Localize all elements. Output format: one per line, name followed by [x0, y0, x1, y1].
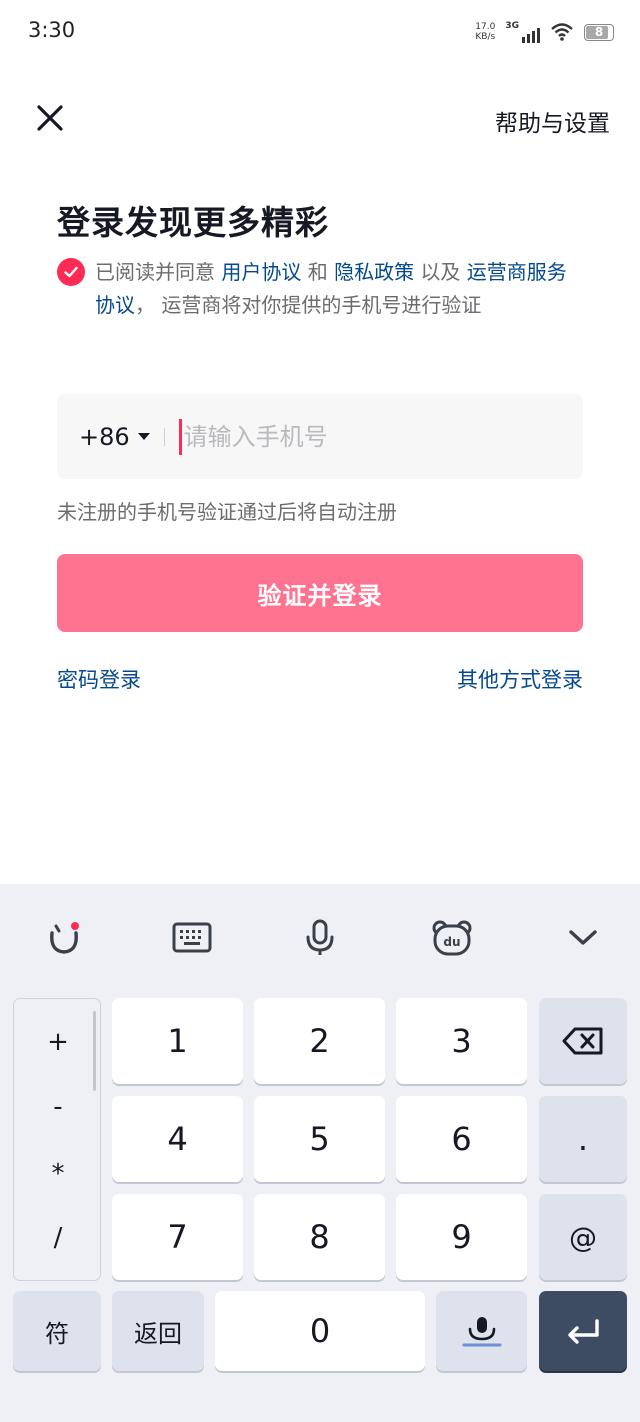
back-key[interactable]: 返回 — [112, 1291, 204, 1371]
verify-login-button[interactable]: 验证并登录 — [57, 554, 583, 632]
signal-bar — [537, 28, 540, 43]
status-bar: 3:30 17.0 KB/s 3G 8 — [0, 0, 640, 62]
key-3[interactable]: 3 — [396, 998, 527, 1084]
signal-bar — [532, 31, 535, 43]
enter-key[interactable] — [539, 1291, 627, 1371]
voice-input-key[interactable] — [436, 1291, 527, 1371]
check-icon — [64, 266, 78, 278]
period-key[interactable]: . — [539, 1096, 627, 1182]
close-button[interactable] — [28, 96, 72, 140]
hide-keyboard-button[interactable] — [559, 914, 607, 962]
emoji-face-button[interactable] — [40, 914, 88, 962]
agreement-and-also: 以及 — [414, 260, 467, 284]
symbol-key[interactable]: / — [14, 1223, 102, 1253]
key-0[interactable]: 0 — [215, 1291, 425, 1371]
key-5[interactable]: 5 — [254, 1096, 385, 1182]
register-hint: 未注册的手机号验证通过后将自动注册 — [57, 500, 397, 524]
user-agreement-link[interactable]: 用户协议 — [221, 260, 301, 284]
password-login-link[interactable]: 密码登录 — [57, 664, 141, 694]
net-speed-value: 17.0 — [475, 22, 496, 32]
backspace-key[interactable] — [539, 998, 627, 1084]
battery-icon: 8 — [584, 23, 614, 41]
key-7[interactable]: 7 — [112, 1194, 243, 1280]
backspace-icon — [562, 1027, 603, 1055]
login-screen: 3:30 17.0 KB/s 3G 8 帮助与设置 登录发现更多精彩 已阅读并同… — [0, 0, 640, 1422]
keyboard-toolbar: du — [0, 884, 640, 988]
agreement-and: 和 — [301, 260, 335, 284]
agreement-checkbox[interactable] — [57, 258, 85, 286]
voice-input-icon — [462, 1317, 501, 1347]
close-icon — [37, 105, 63, 131]
text-cursor — [178, 418, 182, 455]
keyboard-switch-button[interactable] — [168, 914, 216, 962]
voice-button[interactable] — [296, 914, 344, 962]
symbol-key[interactable]: - — [14, 1092, 102, 1122]
privacy-policy-link[interactable]: 隐私政策 — [334, 260, 414, 284]
signal-type: 3G — [505, 21, 519, 31]
phone-number-input[interactable] — [183, 422, 544, 451]
country-code: +86 — [79, 422, 130, 451]
symbol-key[interactable]: * — [14, 1159, 102, 1189]
agreement-prefix: 已阅读并同意 — [95, 260, 222, 284]
cell-signal-icon: 3G — [505, 21, 540, 43]
agreement-text: 已阅读并同意 用户协议 和 隐私政策 以及 运营商服务协议， 运营商将对你提供的… — [95, 256, 585, 322]
help-settings-link[interactable]: 帮助与设置 — [495, 104, 610, 138]
agreement-suffix: ， 运营商将对你提供的手机号进行验证 — [135, 293, 482, 317]
signal-bar — [527, 34, 530, 43]
key-1[interactable]: 1 — [112, 998, 243, 1084]
country-code-select[interactable]: +86 — [79, 423, 150, 451]
dropdown-arrow-icon — [137, 433, 150, 440]
page-title: 登录发现更多精彩 — [57, 203, 329, 242]
key-4[interactable]: 4 — [112, 1096, 243, 1182]
signal-bar — [522, 37, 525, 43]
microphone-icon — [306, 919, 334, 955]
phone-input-box: +86 — [57, 394, 583, 479]
status-icons: 17.0 KB/s 3G 8 — [475, 18, 614, 46]
net-speed: 17.0 KB/s — [475, 22, 495, 42]
emoji-face-icon — [50, 922, 79, 954]
symbol-key[interactable]: + — [14, 1027, 102, 1057]
other-login-link[interactable]: 其他方式登录 — [457, 664, 583, 694]
chevron-down-icon — [569, 930, 597, 945]
key-6[interactable]: 6 — [396, 1096, 527, 1182]
wifi-icon — [551, 23, 573, 41]
battery-level: 8 — [594, 24, 604, 39]
du-assistant-button[interactable]: du — [428, 914, 476, 962]
svg-text:du: du — [443, 935, 460, 949]
status-time: 3:30 — [28, 18, 76, 42]
symbol-scrollbar[interactable] — [93, 1011, 96, 1091]
du-bear-icon: du — [432, 920, 472, 956]
at-key[interactable]: @ — [539, 1194, 627, 1280]
key-2[interactable]: 2 — [254, 998, 385, 1084]
key-8[interactable]: 8 — [254, 1194, 385, 1280]
enter-icon — [568, 1319, 599, 1344]
divider — [163, 427, 165, 446]
keyboard-icon — [172, 922, 212, 953]
net-speed-unit: KB/s — [475, 32, 496, 42]
key-9[interactable]: 9 — [396, 1194, 527, 1280]
symbol-switch-key[interactable]: 符 — [13, 1291, 101, 1371]
numeric-keyboard: du + - * / 1 2 3 4 5 6 . 7 8 9 @ 符 返回 0 — [0, 884, 640, 1422]
symbol-list[interactable]: + - * / — [13, 998, 101, 1281]
